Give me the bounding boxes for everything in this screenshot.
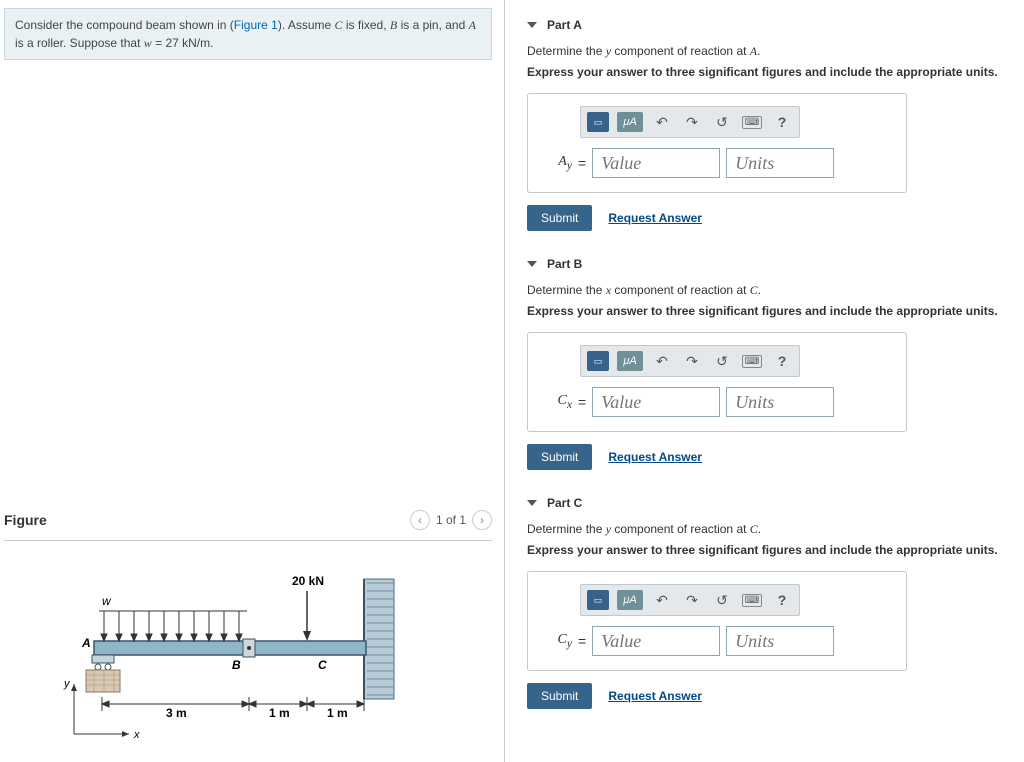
redo-icon[interactable]: ↷: [681, 589, 703, 611]
redo-icon[interactable]: ↷: [681, 350, 703, 372]
svg-text:C: C: [318, 658, 327, 672]
part-prompt: Determine the y component of reaction at…: [527, 44, 1014, 59]
part-instruction: Express your answer to three significant…: [527, 304, 1014, 318]
equals-sign: =: [578, 155, 586, 171]
part-title: Part B: [547, 257, 582, 271]
svg-text:3 m: 3 m: [166, 706, 187, 720]
figure-diagram: x y: [4, 541, 492, 762]
value-input[interactable]: [592, 148, 720, 178]
reset-icon[interactable]: ↺: [711, 111, 733, 133]
part-block: Part C Determine the y component of reac…: [527, 496, 1014, 709]
figure-link[interactable]: Figure 1: [234, 18, 278, 32]
redo-icon[interactable]: ↷: [681, 111, 703, 133]
units-input[interactable]: [726, 387, 834, 417]
undo-icon[interactable]: ↶: [651, 111, 673, 133]
units-input[interactable]: [726, 148, 834, 178]
part-title: Part C: [547, 496, 582, 510]
template-icon[interactable]: ▭: [587, 351, 609, 371]
part-prompt: Determine the y component of reaction at…: [527, 522, 1014, 537]
part-header[interactable]: Part C: [527, 496, 1014, 510]
template-icon[interactable]: ▭: [587, 112, 609, 132]
request-answer-link[interactable]: Request Answer: [608, 450, 702, 464]
units-mode-icon[interactable]: μA: [617, 112, 643, 132]
value-input[interactable]: [592, 387, 720, 417]
part-prompt: Determine the x component of reaction at…: [527, 283, 1014, 298]
part-instruction: Express your answer to three significant…: [527, 543, 1014, 557]
svg-text:y: y: [63, 678, 71, 690]
svg-text:1 m: 1 m: [269, 706, 290, 720]
caret-down-icon: [527, 500, 537, 506]
answer-box: ▭ μA ↶ ↷ ↺ ⌨ ? Ay =: [527, 93, 907, 193]
svg-text:w: w: [102, 594, 112, 608]
units-mode-icon[interactable]: μA: [617, 590, 643, 610]
help-icon[interactable]: ?: [771, 589, 793, 611]
answer-box: ▭ μA ↶ ↷ ↺ ⌨ ? Cx =: [527, 332, 907, 432]
variable-label: Cx: [542, 393, 572, 411]
submit-button[interactable]: Submit: [527, 444, 592, 470]
reset-icon[interactable]: ↺: [711, 589, 733, 611]
help-icon[interactable]: ?: [771, 111, 793, 133]
answer-toolbar: ▭ μA ↶ ↷ ↺ ⌨ ?: [580, 345, 800, 377]
reset-icon[interactable]: ↺: [711, 350, 733, 372]
equals-sign: =: [578, 394, 586, 410]
submit-button[interactable]: Submit: [527, 205, 592, 231]
pager-next[interactable]: ›: [472, 510, 492, 530]
svg-text:A: A: [81, 636, 91, 650]
help-icon[interactable]: ?: [771, 350, 793, 372]
caret-down-icon: [527, 261, 537, 267]
answer-toolbar: ▭ μA ↶ ↷ ↺ ⌨ ?: [580, 584, 800, 616]
figure-title: Figure: [4, 512, 47, 528]
variable-label: Ay: [542, 154, 572, 172]
svg-text:x: x: [133, 729, 140, 741]
problem-statement: Consider the compound beam shown in (Fig…: [4, 8, 492, 60]
template-icon[interactable]: ▭: [587, 590, 609, 610]
part-block: Part B Determine the x component of reac…: [527, 257, 1014, 470]
request-answer-link[interactable]: Request Answer: [608, 211, 702, 225]
part-header[interactable]: Part B: [527, 257, 1014, 271]
equals-sign: =: [578, 633, 586, 649]
part-block: Part A Determine the y component of reac…: [527, 18, 1014, 231]
undo-icon[interactable]: ↶: [651, 589, 673, 611]
part-title: Part A: [547, 18, 582, 32]
units-input[interactable]: [726, 626, 834, 656]
pager-prev[interactable]: ‹: [410, 510, 430, 530]
undo-icon[interactable]: ↶: [651, 350, 673, 372]
keyboard-icon[interactable]: ⌨: [741, 589, 763, 611]
request-answer-link[interactable]: Request Answer: [608, 689, 702, 703]
part-instruction: Express your answer to three significant…: [527, 65, 1014, 79]
caret-down-icon: [527, 22, 537, 28]
keyboard-icon[interactable]: ⌨: [741, 350, 763, 372]
answer-toolbar: ▭ μA ↶ ↷ ↺ ⌨ ?: [580, 106, 800, 138]
value-input[interactable]: [592, 626, 720, 656]
svg-text:B: B: [232, 658, 241, 672]
figure-pager: ‹ 1 of 1 ›: [410, 510, 492, 530]
svg-text:20 kN: 20 kN: [292, 574, 324, 588]
submit-button[interactable]: Submit: [527, 683, 592, 709]
keyboard-icon[interactable]: ⌨: [741, 111, 763, 133]
variable-label: Cy: [542, 632, 572, 650]
svg-text:1 m: 1 m: [327, 706, 348, 720]
units-mode-icon[interactable]: μA: [617, 351, 643, 371]
answer-box: ▭ μA ↶ ↷ ↺ ⌨ ? Cy =: [527, 571, 907, 671]
part-header[interactable]: Part A: [527, 18, 1014, 32]
